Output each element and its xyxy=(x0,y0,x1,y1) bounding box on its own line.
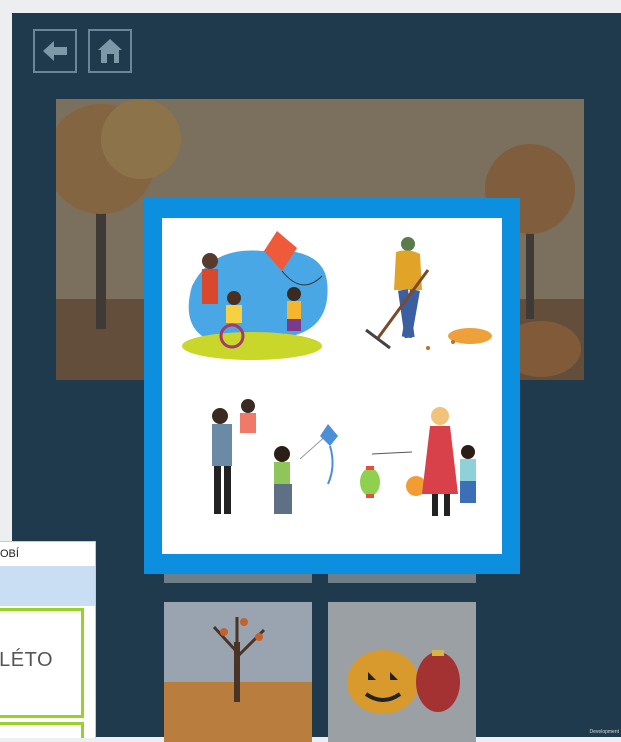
home-icon xyxy=(98,39,122,63)
back-arrow-icon xyxy=(43,41,67,61)
season-card-summer[interactable]: LÉTO xyxy=(0,608,84,718)
season-card-label: LÉTO xyxy=(0,649,53,671)
footer-credit: Development xyxy=(589,729,619,735)
side-panel: OBÍ LÉTO xyxy=(0,541,96,738)
app-window: Development xyxy=(12,13,621,742)
side-panel-title: OBÍ xyxy=(0,548,19,560)
illustration-kite-flying xyxy=(182,231,328,360)
season-card-next[interactable] xyxy=(0,722,84,738)
illustration-raking-leaves xyxy=(365,237,492,350)
thumbnail-tile-pumpkin[interactable] xyxy=(328,602,476,742)
side-panel-band xyxy=(0,566,95,606)
back-button[interactable] xyxy=(33,29,77,73)
illustration-family-kite xyxy=(212,399,338,514)
illustration-lantern-walk xyxy=(360,407,476,516)
image-popup[interactable] xyxy=(144,198,520,574)
thumbnail-tile-autumn-tree[interactable] xyxy=(164,602,312,742)
popup-image-area xyxy=(162,218,502,554)
home-button[interactable] xyxy=(88,29,132,73)
